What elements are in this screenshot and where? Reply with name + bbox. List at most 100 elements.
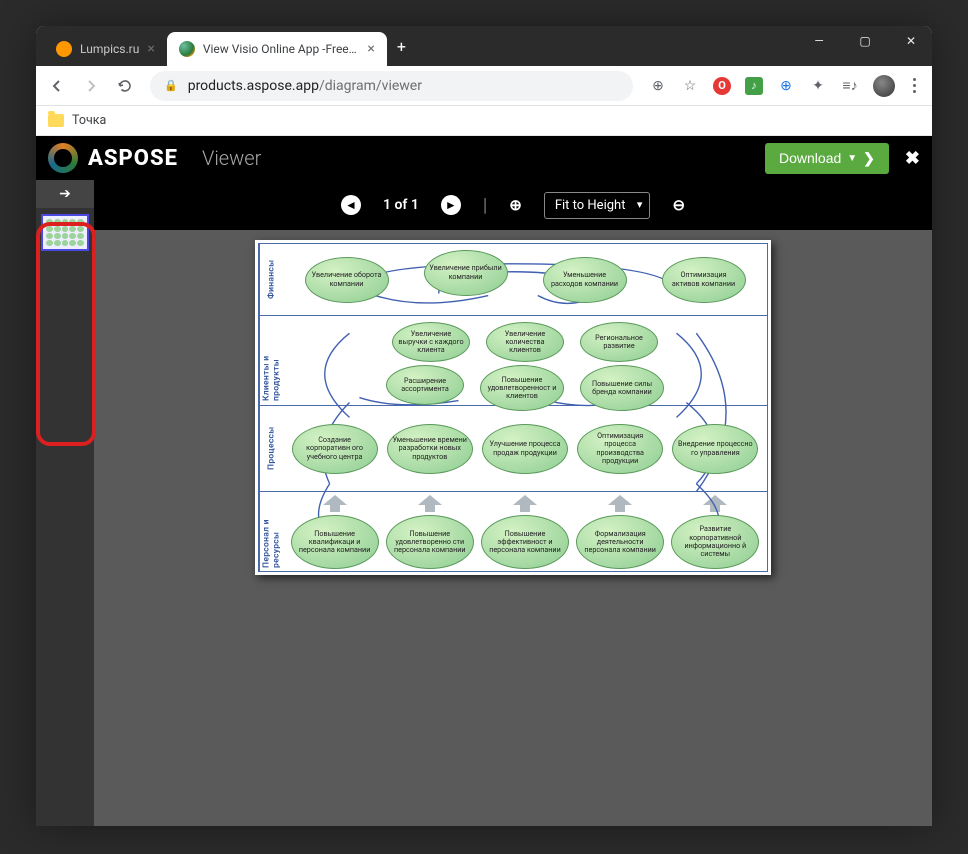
page-indicator: 1 of 1	[383, 197, 419, 213]
node: Создание корпоративн ого учебного центра	[292, 424, 378, 474]
row-personnel: Персонал и ресурсы Повышение квалификаци…	[259, 492, 767, 572]
star-icon[interactable]: ☆	[681, 77, 699, 95]
tab-label: Lumpics.ru	[80, 42, 139, 56]
lock-icon: 🔒	[164, 79, 178, 92]
zoom-in-button[interactable]: ⊕	[509, 196, 522, 214]
aspose-app: ASPOSE Viewer Download ▼ ❯ ✖ ➔ ◄	[36, 136, 932, 826]
close-icon[interactable]: ×	[147, 41, 154, 57]
forward-button	[82, 77, 100, 95]
row-cells: Увеличение оборота компании Увеличение п…	[283, 244, 767, 315]
canvas[interactable]: Финансы Увеличение оборота компании Увел…	[94, 230, 932, 826]
row-cells: Повышение квалификаци и персонала компан…	[283, 492, 767, 572]
minimize-button[interactable]: —	[806, 34, 832, 48]
arrow-up-icon	[512, 495, 538, 513]
node: Оптимизация активов компании	[662, 257, 746, 303]
app-header: ASPOSE Viewer Download ▼ ❯ ✖	[36, 136, 932, 180]
node: Увеличение выручки с каждого клиента	[392, 322, 470, 362]
diagram: Финансы Увеличение оборота компании Увел…	[258, 243, 768, 572]
playlist-icon[interactable]: ≡♪	[841, 77, 859, 95]
node: Увеличение количества клиентов	[486, 322, 564, 362]
thumbnail-sidebar: ➔	[36, 180, 94, 826]
new-tab-button[interactable]: +	[387, 37, 416, 56]
node: Расширение ассортимента	[386, 365, 464, 405]
download-label: Download	[779, 150, 841, 166]
node: Развитие корпоративной информационно й с…	[671, 515, 759, 569]
row-label: Персонал и ресурсы	[259, 492, 283, 572]
viewer-area: ◄ 1 of 1 ► | ⊕ Fit to Height ⊖	[94, 180, 932, 826]
close-app-button[interactable]: ✖	[905, 148, 920, 169]
arrow-up-icon	[417, 495, 443, 513]
avatar[interactable]	[873, 75, 895, 97]
viewer-toolbar: ◄ 1 of 1 ► | ⊕ Fit to Height ⊖	[94, 180, 932, 230]
download-button[interactable]: Download ▼ ❯	[765, 143, 889, 174]
row-label: Финансы	[259, 244, 283, 315]
node: Региональное развитие	[580, 322, 658, 362]
globe-icon[interactable]: ⊕	[777, 77, 795, 95]
node: Увеличение оборота компании	[305, 257, 389, 303]
url-path: /diagram/viewer	[319, 78, 422, 94]
node: Повышение эффективност и персонала компа…	[481, 515, 569, 569]
extensions-icon[interactable]: ✦	[809, 77, 827, 95]
chevron-right-icon: ❯	[863, 150, 875, 167]
back-button[interactable]	[48, 77, 66, 95]
row-cells: Увеличение выручки с каждого клиента Уве…	[283, 316, 767, 405]
separator: |	[483, 195, 487, 216]
logo-text: ASPOSE	[88, 146, 178, 171]
navbar: 🔒 products.aspose.app/diagram/viewer ⊕ ☆…	[36, 66, 932, 106]
bookmark-item[interactable]: Точка	[72, 113, 106, 128]
node: Повышение квалификаци и персонала компан…	[291, 515, 379, 569]
window-controls: — ▢ ✕	[806, 34, 924, 48]
next-page-button[interactable]: ►	[441, 195, 461, 215]
extension-opera[interactable]: O	[713, 77, 731, 95]
navbar-right: ⊕ ☆ O ♪ ⊕ ✦ ≡♪	[649, 75, 920, 97]
node: Улучшение процесса продаж продукции	[482, 424, 568, 474]
menu-button[interactable]	[909, 78, 920, 93]
reload-button[interactable]	[116, 77, 134, 95]
row-processes: Процессы Создание корпоративн ого учебно…	[259, 406, 767, 492]
tab-lumpics[interactable]: Lumpics.ru ×	[44, 32, 167, 66]
node: Внедрение процессно го управления	[672, 424, 758, 474]
browser-window: Lumpics.ru × View Visio Online App -Free…	[36, 26, 932, 826]
logo-swirl-icon	[48, 143, 78, 173]
translate-icon[interactable]: ⊕	[649, 77, 667, 95]
node: Повышение силы бренда компании	[580, 365, 664, 411]
arrow-up-icon	[607, 495, 633, 513]
caret-down-icon: ▼	[847, 153, 857, 164]
bookmarks-bar: Точка	[36, 106, 932, 136]
close-button[interactable]: ✕	[898, 34, 924, 48]
favicon-lumpics	[56, 41, 72, 57]
logo: ASPOSE	[48, 143, 178, 173]
tab-label: View Visio Online App -Free Onli	[203, 42, 360, 56]
close-icon[interactable]: ×	[367, 41, 374, 57]
app-body: ➔ ◄ 1 of 1 ► | ⊕ Fit to Height ⊖	[36, 180, 932, 826]
folder-icon	[48, 114, 64, 127]
node: Повышение удовлетворенно сти персонала к…	[386, 515, 474, 569]
url-host: products.aspose.app	[188, 78, 319, 94]
node: Оптимизация процесса производства продук…	[577, 424, 663, 474]
node: Увеличение прибыли компании	[424, 250, 508, 296]
app-title: Viewer	[202, 146, 261, 170]
arrow-up-icon	[702, 495, 728, 513]
sidebar-toggle[interactable]: ➔	[36, 180, 94, 208]
address-bar[interactable]: 🔒 products.aspose.app/diagram/viewer	[150, 71, 633, 101]
titlebar: Lumpics.ru × View Visio Online App -Free…	[36, 26, 932, 66]
node: Повышение удовлетворенност и клиентов	[480, 365, 564, 411]
page-thumbnail[interactable]	[41, 214, 89, 251]
node: Уменьшение расходов компании	[543, 257, 627, 303]
arrow-up-icon	[322, 495, 348, 513]
zoom-out-button[interactable]: ⊖	[672, 196, 685, 214]
row-cells: Создание корпоративн ого учебного центра…	[283, 406, 767, 491]
fit-select[interactable]: Fit to Height	[544, 192, 651, 219]
maximize-button[interactable]: ▢	[852, 34, 878, 48]
row-clients: Клиенты и продукты Увеличение выручки с …	[259, 316, 767, 406]
node: Формализация деятельности персонала комп…	[576, 515, 664, 569]
tab-aspose[interactable]: View Visio Online App -Free Onli ×	[167, 32, 387, 66]
diagram-page: Финансы Увеличение оборота компании Увел…	[255, 240, 771, 575]
extension-music[interactable]: ♪	[745, 77, 763, 95]
favicon-aspose	[179, 41, 195, 57]
row-label: Процессы	[259, 406, 283, 491]
node: Уменьшение времени разработки новых прод…	[387, 424, 473, 474]
row-label: Клиенты и продукты	[259, 316, 283, 405]
row-finance: Финансы Увеличение оборота компании Увел…	[259, 244, 767, 316]
prev-page-button[interactable]: ◄	[341, 195, 361, 215]
